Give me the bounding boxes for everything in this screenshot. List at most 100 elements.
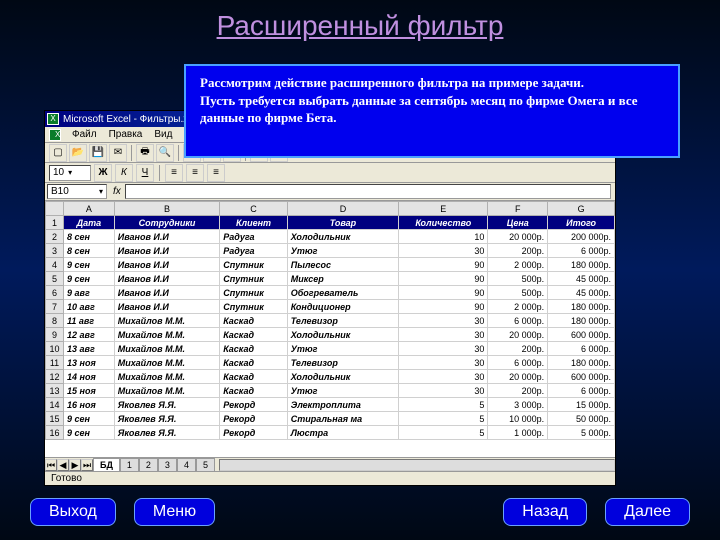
cell-product[interactable]: Холодильник	[287, 370, 398, 384]
spreadsheet-grid[interactable]: ABCDEFG1ДатаСотрудникиКлиентТоварКоличес…	[45, 201, 615, 457]
row-header[interactable]: 2	[46, 230, 64, 244]
cell-date[interactable]: 12 авг	[64, 328, 115, 342]
cell-qty[interactable]: 5	[399, 426, 488, 440]
cell-product[interactable]: Холодильник	[287, 230, 398, 244]
cell-client[interactable]: Спутник	[220, 286, 287, 300]
cell-employee[interactable]: Михайлов М.М.	[114, 328, 220, 342]
tab-first-icon[interactable]: ⏮	[45, 459, 57, 471]
cell-date[interactable]: 14 ноя	[64, 370, 115, 384]
cell-date[interactable]: 8 сен	[64, 244, 115, 258]
row-header[interactable]: 4	[46, 258, 64, 272]
cell-client[interactable]: Каскад	[220, 370, 287, 384]
cell-price[interactable]: 2 000р.	[488, 300, 548, 314]
formula-input[interactable]	[125, 184, 611, 199]
cell-client[interactable]: Радуга	[220, 230, 287, 244]
cell-total[interactable]: 200 000р.	[548, 230, 615, 244]
cell-total[interactable]: 180 000р.	[548, 314, 615, 328]
row-header[interactable]: 12	[46, 370, 64, 384]
align-right-icon[interactable]: ≡	[207, 164, 225, 182]
cell-date[interactable]: 9 сен	[64, 272, 115, 286]
cell-product[interactable]: Миксер	[287, 272, 398, 286]
cell-client[interactable]: Спутник	[220, 300, 287, 314]
cell-date[interactable]: 9 сен	[64, 426, 115, 440]
cell-product[interactable]: Утюг	[287, 244, 398, 258]
cell-client[interactable]: Радуга	[220, 244, 287, 258]
cell-price[interactable]: 6 000р.	[488, 314, 548, 328]
next-button[interactable]: Далее	[605, 498, 690, 526]
cell-qty[interactable]: 90	[399, 258, 488, 272]
cell-employee[interactable]: Михайлов М.М.	[114, 356, 220, 370]
cell-qty[interactable]: 30	[399, 342, 488, 356]
cell-qty[interactable]: 90	[399, 272, 488, 286]
cell-price[interactable]: 10 000р.	[488, 412, 548, 426]
italic-icon[interactable]: К	[115, 164, 133, 182]
row-header[interactable]: 8	[46, 314, 64, 328]
cell-total[interactable]: 45 000р.	[548, 286, 615, 300]
row-header[interactable]: 10	[46, 342, 64, 356]
sheet-tab[interactable]: 5	[196, 458, 215, 471]
cell-client[interactable]: Рекорд	[220, 398, 287, 412]
cell-employee[interactable]: Иванов И.И	[114, 286, 220, 300]
row-header[interactable]: 1	[46, 216, 64, 230]
cell-product[interactable]: Стиральная ма	[287, 412, 398, 426]
column-header[interactable]: G	[548, 202, 615, 216]
print-icon[interactable]: 🖶	[136, 144, 154, 162]
cell-product[interactable]: Телевизор	[287, 314, 398, 328]
cell-employee[interactable]: Яковлев Я.Я.	[114, 426, 220, 440]
row-header[interactable]: 9	[46, 328, 64, 342]
cell-client[interactable]: Спутник	[220, 272, 287, 286]
tab-last-icon[interactable]: ⏭	[81, 459, 93, 471]
cell-total[interactable]: 45 000р.	[548, 272, 615, 286]
sheet-tab[interactable]: 4	[177, 458, 196, 471]
cell-price[interactable]: 200р.	[488, 244, 548, 258]
preview-icon[interactable]: 🔍	[156, 144, 174, 162]
back-button[interactable]: Назад	[503, 498, 587, 526]
cell-date[interactable]: 8 сен	[64, 230, 115, 244]
cell-date[interactable]: 13 авг	[64, 342, 115, 356]
cell-product[interactable]: Холодильник	[287, 328, 398, 342]
cell-employee[interactable]: Яковлев Я.Я.	[114, 398, 220, 412]
cell-price[interactable]: 200р.	[488, 342, 548, 356]
cell-product[interactable]: Телевизор	[287, 356, 398, 370]
cell-qty[interactable]: 30	[399, 356, 488, 370]
table-header-cell[interactable]: Итого	[548, 216, 615, 230]
row-header[interactable]: 6	[46, 286, 64, 300]
mail-icon[interactable]: ✉	[109, 144, 127, 162]
cell-qty[interactable]: 30	[399, 244, 488, 258]
cell-client[interactable]: Каскад	[220, 356, 287, 370]
cell-client[interactable]: Каскад	[220, 342, 287, 356]
column-header[interactable]: B	[114, 202, 220, 216]
cell-date[interactable]: 9 авг	[64, 286, 115, 300]
cell-total[interactable]: 180 000р.	[548, 356, 615, 370]
cell-employee[interactable]: Иванов И.И	[114, 244, 220, 258]
cell-total[interactable]: 6 000р.	[548, 384, 615, 398]
table-header-cell[interactable]: Клиент	[220, 216, 287, 230]
column-header[interactable]: D	[287, 202, 398, 216]
cell-total[interactable]: 600 000р.	[548, 328, 615, 342]
bold-icon[interactable]: Ж	[94, 164, 112, 182]
cell-total[interactable]: 5 000р.	[548, 426, 615, 440]
cell-qty[interactable]: 30	[399, 384, 488, 398]
cell-price[interactable]: 200р.	[488, 384, 548, 398]
sheet-tab-active[interactable]: БД	[93, 458, 120, 471]
row-header[interactable]: 5	[46, 272, 64, 286]
column-header[interactable]: A	[64, 202, 115, 216]
cell-price[interactable]: 6 000р.	[488, 356, 548, 370]
cell-product[interactable]: Электроплита	[287, 398, 398, 412]
cell-date[interactable]: 9 сен	[64, 412, 115, 426]
cell-price[interactable]: 20 000р.	[488, 230, 548, 244]
align-left-icon[interactable]: ≡	[165, 164, 183, 182]
cell-employee[interactable]: Михайлов М.М.	[114, 384, 220, 398]
cell-price[interactable]: 500р.	[488, 286, 548, 300]
cell-date[interactable]: 13 ноя	[64, 356, 115, 370]
align-center-icon[interactable]: ≡	[186, 164, 204, 182]
row-header[interactable]: 3	[46, 244, 64, 258]
new-icon[interactable]: ▢	[49, 144, 67, 162]
cell-price[interactable]: 1 000р.	[488, 426, 548, 440]
row-header[interactable]: 16	[46, 426, 64, 440]
cell-client[interactable]: Каскад	[220, 384, 287, 398]
cell-client[interactable]: Рекорд	[220, 412, 287, 426]
cell-qty[interactable]: 90	[399, 286, 488, 300]
cell-employee[interactable]: Иванов И.И	[114, 258, 220, 272]
sheet-tab[interactable]: 3	[158, 458, 177, 471]
